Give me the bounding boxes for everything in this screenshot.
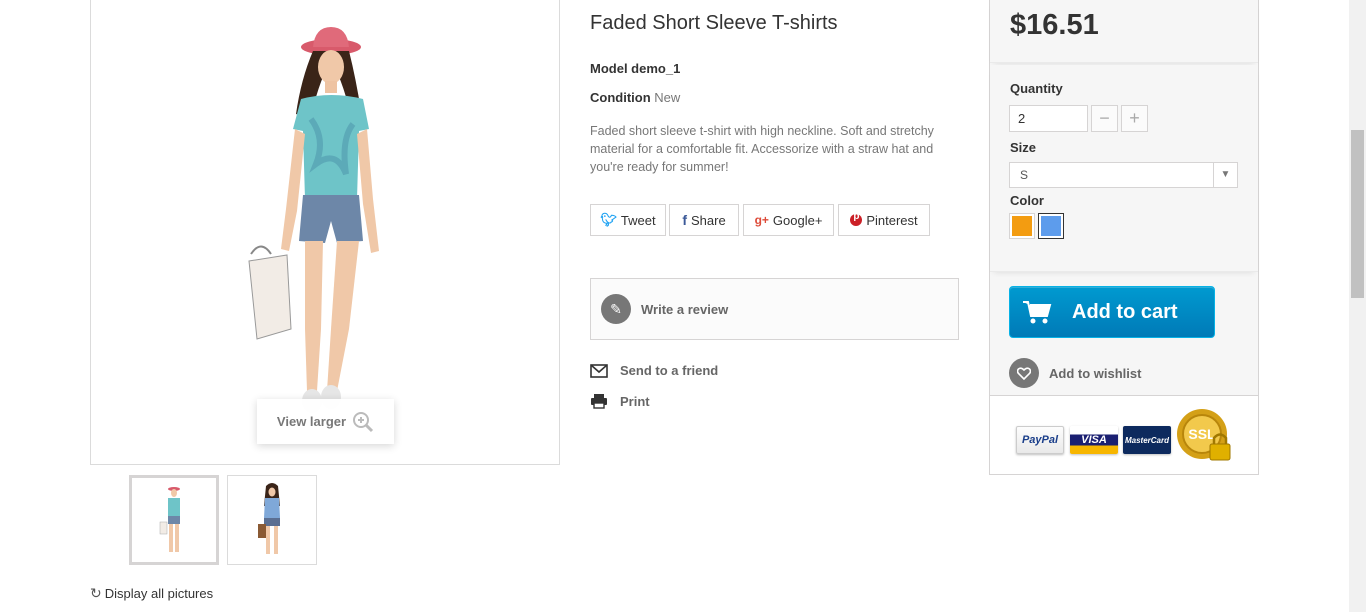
quantity-increase-button[interactable]: + [1121,105,1148,132]
zoom-in-icon [353,411,374,432]
thumbnail-2[interactable] [227,475,317,565]
pinterest-icon [850,211,863,226]
add-to-cart-label: Add to cart [1072,300,1178,323]
quantity-label: Quantity [1010,81,1063,96]
ssl-seal-icon: SSL [1177,409,1231,461]
refresh-icon: ↻ [90,585,102,601]
scrollbar-thumb[interactable] [1351,130,1364,298]
chevron-down-icon: ▼ [1213,163,1237,187]
product-title: Faded Short Sleeve T-shirts [590,12,838,34]
size-label: Size [1010,140,1037,155]
visa-logo: VISA [1070,426,1118,454]
quantity-decrease-button[interactable]: − [1091,105,1118,132]
paypal-logo: PayPal [1016,426,1064,454]
print-link[interactable]: Print [590,393,650,409]
thumbnail-1[interactable] [129,475,219,565]
color-swatch-blue[interactable] [1038,213,1064,239]
heart-icon [1009,358,1039,388]
twitter-icon: 🐦︎ [600,212,617,227]
write-review-button[interactable]: ✎ Write a review [590,278,959,340]
price-area: $16.51 [990,0,1258,63]
product-condition: Condition New [590,90,680,105]
send-to-friend-link[interactable]: Send to a friend [590,363,718,378]
tweet-label: Tweet [620,212,656,228]
thumbnail-1-image [159,487,180,552]
add-to-cart-button[interactable]: Add to cart [1009,286,1215,338]
add-to-wishlist-label: Add to wishlist [1049,365,1142,381]
mastercard-logo: MasterCard [1123,426,1171,454]
write-review-label: Write a review [641,301,729,317]
view-larger-label: View larger [276,414,347,429]
pinterest-button[interactable]: Pinterest [838,204,930,236]
color-label: Color [1010,193,1044,208]
google-plus-icon: g+ [754,213,769,227]
add-to-wishlist-link[interactable]: Add to wishlist [1009,358,1141,388]
model-photo [248,27,379,413]
minus-icon: − [1099,108,1110,128]
quantity-input[interactable]: 2 [1009,105,1088,132]
facebook-share-button[interactable]: f Share [669,204,739,236]
product-options: Quantity 2 − + Size S ▼ Color [990,65,1258,272]
send-friend-label: Send to a friend [620,363,719,378]
product-price: $16.51 [1010,9,1099,41]
size-value: S [1020,168,1029,182]
print-label: Print [620,393,650,409]
pencil-icon: ✎ [601,294,631,324]
product-page: View larger ↻ Display all pictures Faded… [0,0,1366,612]
color-swatch-orange[interactable] [1009,213,1035,239]
page-scrollbar[interactable] [1349,0,1366,612]
buy-box: $16.51 Quantity 2 − + Size S ▼ Color Add… [989,0,1259,475]
google-plus-button[interactable]: g+ Google+ [743,204,834,236]
condition-label: Condition [590,90,651,105]
share-label: Share [690,212,726,228]
google-label: Google+ [772,212,823,228]
envelope-icon [590,363,608,378]
color-swatch-fill [1012,216,1032,236]
main-product-image[interactable]: View larger [90,0,560,465]
product-model: Model demo_1 [590,61,681,76]
payment-methods: PayPal VISA MasterCard SSL [990,395,1258,474]
view-larger-button[interactable]: View larger [257,399,394,444]
color-swatch-fill [1041,216,1061,236]
visa-label: VISA [1081,434,1107,446]
pinterest-label: Pinterest [866,212,918,228]
display-all-pictures-link[interactable]: ↻ Display all pictures [90,585,213,602]
printer-icon [591,394,607,409]
tweet-button[interactable]: 🐦︎ Tweet [590,204,666,236]
facebook-icon: f [682,212,687,228]
cart-icon [1023,301,1052,324]
size-select[interactable]: S ▼ [1009,162,1238,188]
condition-value: New [654,90,681,105]
plus-icon: + [1129,108,1140,128]
product-description: Faded short sleeve t-shirt with high nec… [590,124,934,174]
ssl-label: SSL [1188,426,1216,442]
display-all-label: Display all pictures [104,586,214,601]
thumbnail-2-image [258,483,280,554]
